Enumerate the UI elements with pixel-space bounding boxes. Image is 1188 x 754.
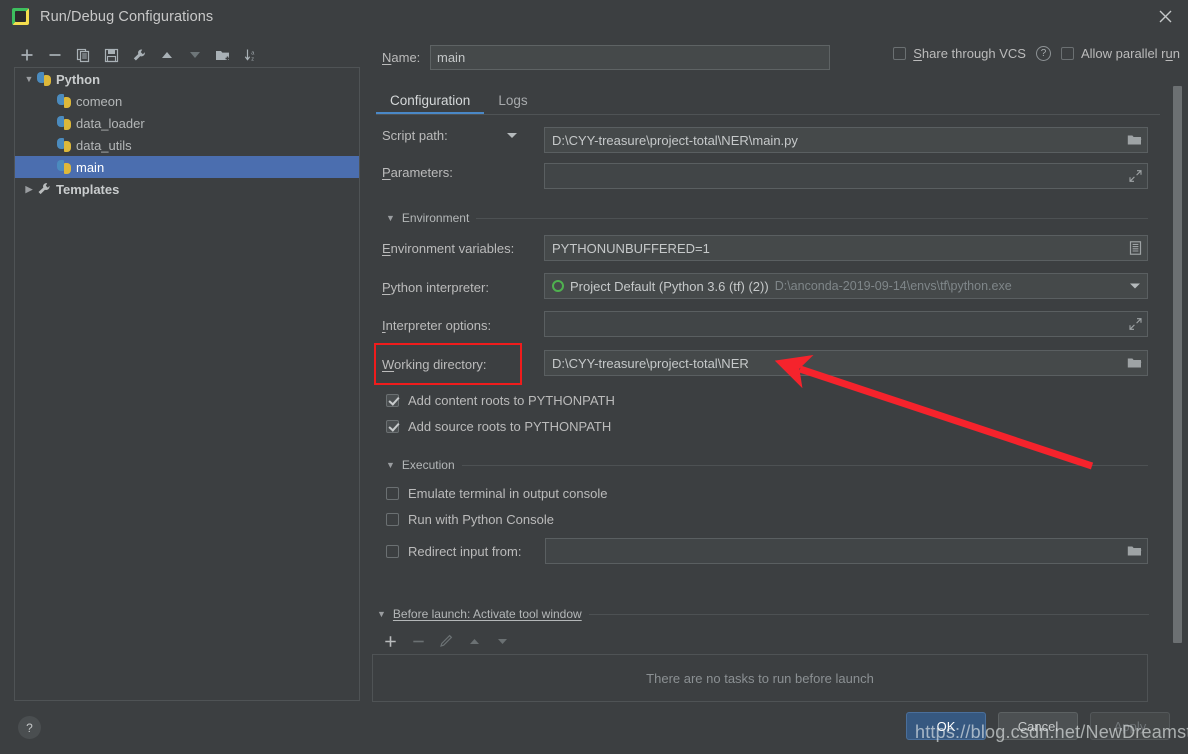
python-interpreter-value: Project Default (Python 3.6 (tf) (2)) xyxy=(570,278,769,294)
watermark-text: https://blog.csdn.net/NewDreamstyle xyxy=(915,722,1188,742)
run-debug-configurations-dialog: Run/Debug Configurations a z ▼ Python co… xyxy=(0,0,1188,754)
emulate-terminal-label: Emulate terminal in output console xyxy=(408,486,608,501)
environment-variables-value: PYTHONUNBUFFERED=1 xyxy=(552,240,710,256)
parameters-input[interactable] xyxy=(544,163,1148,189)
environment-variables-row: Environment variables: xyxy=(382,241,514,256)
add-content-roots-checkbox[interactable]: Add content roots to PYTHONPATH xyxy=(386,393,615,408)
script-path-label: Script path: xyxy=(382,128,448,143)
script-path-row: Script path: xyxy=(382,128,517,143)
environment-section-header[interactable]: ▼ Environment xyxy=(386,211,1148,225)
add-content-roots-label: Add content roots to PYTHONPATH xyxy=(408,393,615,408)
before-launch-task-list[interactable]: There are no tasks to run before launch xyxy=(372,654,1148,702)
pencil-icon[interactable] xyxy=(434,630,458,652)
folder-icon[interactable] xyxy=(1127,545,1142,558)
before-launch-section-label: Before launch: Activate tool window xyxy=(392,607,582,621)
before-launch-empty-text: There are no tasks to run before launch xyxy=(646,670,874,686)
chevron-down-icon[interactable]: ▼ xyxy=(386,213,395,223)
add-task-button[interactable] xyxy=(378,630,402,652)
environment-variables-input[interactable]: PYTHONUNBUFFERED=1 xyxy=(544,235,1148,261)
checkbox-box[interactable] xyxy=(386,394,399,407)
python-interpreter-label: Python interpreter: xyxy=(382,280,489,295)
run-with-python-console-label: Run with Python Console xyxy=(408,512,554,527)
environment-section-label: Environment xyxy=(401,211,470,225)
redirect-input-label: Redirect input from: xyxy=(408,544,522,559)
execution-section-header[interactable]: ▼ Execution xyxy=(386,458,1148,472)
before-launch-toolbar xyxy=(378,630,514,652)
folder-icon[interactable] xyxy=(1127,134,1142,147)
checkbox-box[interactable] xyxy=(386,487,399,500)
folder-icon[interactable] xyxy=(1127,357,1142,370)
help-button[interactable]: ? xyxy=(18,716,41,739)
environment-variables-label: Environment variables: xyxy=(382,241,515,256)
checkbox-box[interactable] xyxy=(386,513,399,526)
interpreter-options-label: Interpreter options: xyxy=(382,318,492,333)
task-move-up-button[interactable] xyxy=(462,630,486,652)
expand-icon[interactable] xyxy=(1129,170,1142,183)
before-launch-section-header[interactable]: ▼ Before launch: Activate tool window xyxy=(377,607,1149,621)
chevron-down-icon[interactable]: ▼ xyxy=(377,609,386,619)
add-source-roots-label: Add source roots to PYTHONPATH xyxy=(408,419,612,434)
working-directory-value: D:\CYY-treasure\project-total\NER xyxy=(552,355,749,371)
parameters-label: Parameters: xyxy=(382,165,453,180)
run-with-python-console-checkbox[interactable]: Run with Python Console xyxy=(386,512,554,527)
content-scrollbar[interactable] xyxy=(1171,86,1184,678)
section-divider xyxy=(461,464,1148,466)
script-path-value: D:\CYY-treasure\project-total\NER\main.p… xyxy=(552,132,798,148)
expand-icon[interactable] xyxy=(1129,318,1142,331)
task-move-down-button[interactable] xyxy=(490,630,514,652)
python-env-icon xyxy=(552,280,564,292)
script-path-dropdown-icon[interactable] xyxy=(507,133,517,138)
python-interpreter-combo[interactable]: Project Default (Python 3.6 (tf) (2)) D:… xyxy=(544,273,1148,299)
chevron-down-icon[interactable]: ▼ xyxy=(386,460,395,470)
chevron-down-icon[interactable] xyxy=(1130,283,1140,289)
add-source-roots-checkbox[interactable]: Add source roots to PYTHONPATH xyxy=(386,419,611,434)
interpreter-options-input[interactable] xyxy=(544,311,1148,337)
env-list-icon[interactable] xyxy=(1129,241,1142,255)
script-path-input[interactable]: D:\CYY-treasure\project-total\NER\main.p… xyxy=(544,127,1148,153)
parameters-row: Parameters: xyxy=(382,165,453,180)
checkbox-box[interactable] xyxy=(386,545,399,558)
working-directory-label: Working directory: xyxy=(382,357,487,372)
checkbox-box[interactable] xyxy=(386,420,399,433)
redirect-input-checkbox[interactable]: Redirect input from: xyxy=(386,544,521,559)
scrollbar-thumb[interactable] xyxy=(1173,86,1182,643)
configuration-form: Script path: D:\CYY-treasure\project-tot… xyxy=(0,0,1188,754)
interpreter-options-row: Interpreter options: xyxy=(382,318,491,333)
section-divider xyxy=(476,217,1148,219)
execution-section-label: Execution xyxy=(401,458,455,472)
python-interpreter-path: D:\anconda-2019-09-14\envs\tf\python.exe xyxy=(774,279,1012,293)
redirect-input-field[interactable] xyxy=(545,538,1148,564)
python-interpreter-row: Python interpreter: xyxy=(382,280,489,295)
emulate-terminal-checkbox[interactable]: Emulate terminal in output console xyxy=(386,486,607,501)
working-directory-input[interactable]: D:\CYY-treasure\project-total\NER xyxy=(544,350,1148,376)
working-directory-row: Working directory: xyxy=(382,357,487,372)
section-divider xyxy=(588,613,1149,615)
remove-task-button[interactable] xyxy=(406,630,430,652)
